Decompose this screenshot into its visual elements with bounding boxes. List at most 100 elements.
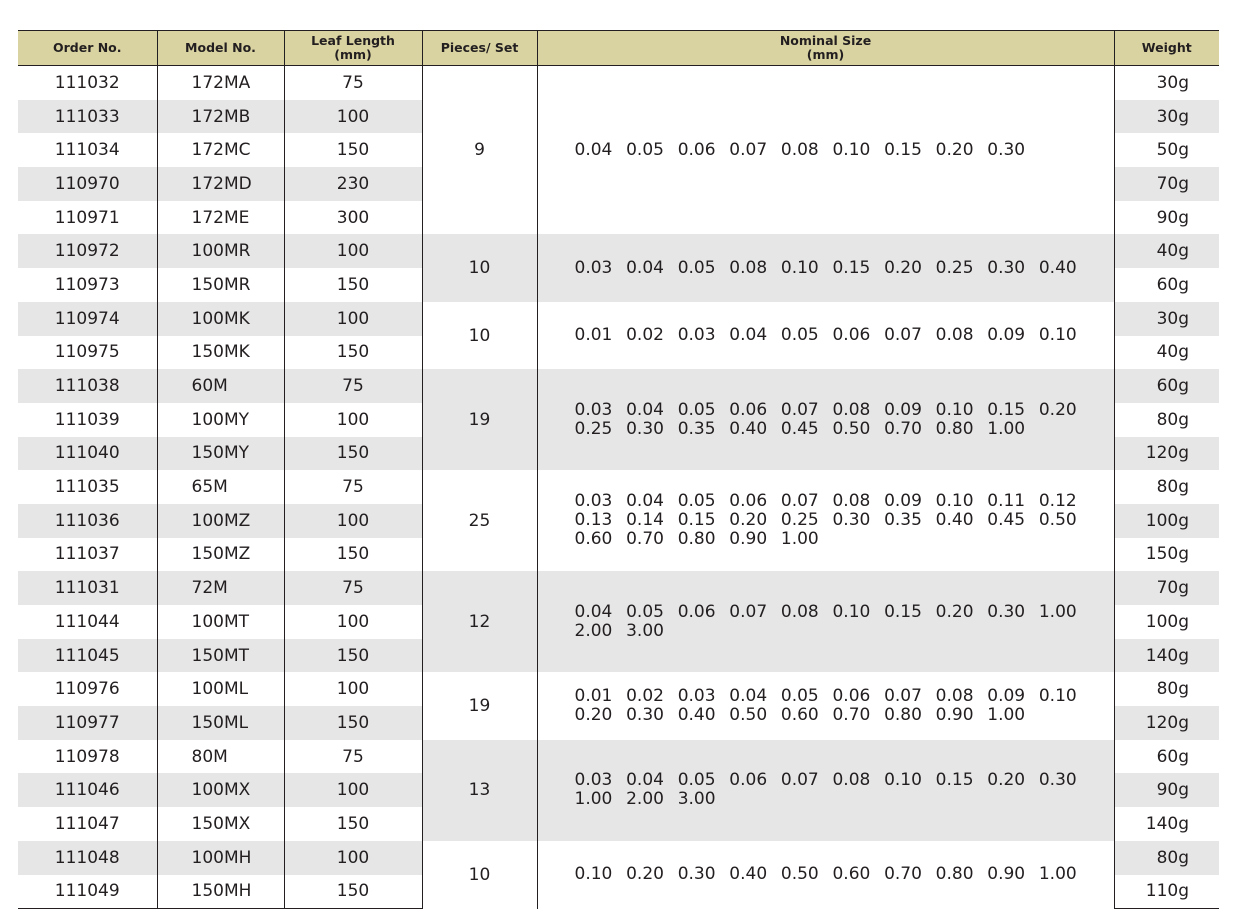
nominal-size-value: 0.40 xyxy=(729,418,768,439)
nominal-size-value: 0.10 xyxy=(780,257,819,278)
nominal-size-value: 0.15 xyxy=(884,139,922,160)
nominal-size-value: 1.00 xyxy=(987,418,1026,439)
order-no-cell: 111032 xyxy=(54,72,120,93)
nominal-size-value: 0.04 xyxy=(574,601,613,622)
nominal-size-value: 0.08 xyxy=(832,399,871,420)
order-no-cell: 111034 xyxy=(54,140,120,161)
order-no-cell: 111033 xyxy=(18,99,157,134)
model-no-cell: 172MA xyxy=(156,65,284,100)
nominal-size-line: 0.03 0.04 0.05 0.08 0.10 0.15 0.20 0.25 0.30 0.40 xyxy=(574,257,1114,278)
nominal-size-value: 0.30 xyxy=(987,257,1026,278)
nominal-size-value: 0.09 xyxy=(884,399,922,420)
leaf-length-cell: 75 xyxy=(283,470,422,504)
table-body: 111032 172MA 75 9 0.04 0.05 0.06 0.07 0.08 0.10 0.… xyxy=(18,65,1219,910)
header-pieces-per-set: Pieces/ Set xyxy=(421,30,537,66)
weight-cell: 150g xyxy=(1113,537,1219,572)
weight-cell: 120g xyxy=(1113,436,1219,471)
nominal-size-value: 0.30 xyxy=(987,601,1026,622)
order-no-cell: 111049 xyxy=(18,874,157,910)
nominal-size-value: 0.35 xyxy=(677,418,716,439)
leaf-length-cell: 100 xyxy=(283,503,422,538)
nominal-size-value: 0.01 xyxy=(574,686,613,707)
model-no-cell: 172MC xyxy=(156,133,284,168)
weight-cell: 90g xyxy=(1113,200,1219,235)
nominal-size-value: 0.09 xyxy=(987,686,1026,707)
nominal-size-line: 0.20 0.30 0.40 0.50 0.60 0.70 0.80 0.90 1.00 xyxy=(575,706,1114,725)
nominal-size-line: 0.03 0.04 0.05 0.06 0.07 0.08 0.09 0.10 0.11 0.12 xyxy=(575,492,1114,511)
model-no-cell: 150MZ xyxy=(156,537,284,572)
nominal-size-value: 0.40 xyxy=(729,864,768,885)
nominal-size-value: 0.10 xyxy=(832,601,871,622)
model-no-cell: 100MT xyxy=(156,605,284,639)
nominal-size-value: 1.00 xyxy=(1038,601,1077,622)
model-no-cell: 100MH xyxy=(156,840,284,875)
nominal-size-value: 0.07 xyxy=(780,491,819,512)
table-row: 110972 100MR 100 10 0.03 0.04 0.05 0.08 0.10 0.15… xyxy=(18,234,1219,302)
nominal-size-value: 0.20 xyxy=(1038,399,1077,420)
nominal-size-value: 0.03 xyxy=(574,257,613,278)
nominal-size-value: 0.03 xyxy=(677,325,716,345)
nominal-size-value: 0.03 xyxy=(574,399,613,420)
model-no-cell: 172MB xyxy=(156,99,284,134)
nominal-size-value: 0.05 xyxy=(626,601,664,622)
nominal-size-value: 0.08 xyxy=(780,139,819,160)
nominal-size-value: 2.00 xyxy=(626,789,664,810)
nominal-size-value: 0.08 xyxy=(832,770,871,791)
leaf-length-cell: 150 xyxy=(283,874,422,910)
nominal-size-value: 0.05 xyxy=(780,686,819,707)
leaf-length-cell: 150 xyxy=(283,807,422,841)
nominal-size-value: 0.14 xyxy=(626,510,664,531)
nominal-size-value: 0.80 xyxy=(935,418,974,439)
pieces-per-set-cell: 13 xyxy=(421,739,537,841)
order-no-cell: 110971 xyxy=(54,207,120,228)
model-no-cell: 100MY xyxy=(156,402,284,437)
nominal-size-value: 0.60 xyxy=(832,864,871,885)
header-leaf-length: Leaf Length (mm) xyxy=(283,30,422,66)
order-no-cell: 110970 xyxy=(18,167,157,201)
leaf-length-cell: 230 xyxy=(283,167,422,201)
nominal-size-value: 0.50 xyxy=(729,705,768,726)
nominal-sizes-cell: 0.01 0.02 0.03 0.04 0.05 0.06 0.07 0.08 0.09 0.10… xyxy=(536,672,1114,740)
nominal-size-value: 0.04 xyxy=(626,770,664,791)
weight-cell: 30g xyxy=(1113,65,1219,100)
nominal-size-value: 0.08 xyxy=(729,257,768,278)
nominal-sizes-cell: 0.04 0.05 0.06 0.07 0.08 0.10 0.15 0.20 0.30 1.00… xyxy=(536,571,1114,673)
order-no-cell: 111039 xyxy=(54,409,120,430)
nominal-size-value: 0.04 xyxy=(626,399,664,420)
nominal-size-value: 0.07 xyxy=(780,399,819,420)
nominal-size-line: 0.04 0.05 0.06 0.07 0.08 0.10 0.15 0.20 0.30 1.00 xyxy=(574,601,1114,622)
nominal-size-value: 0.10 xyxy=(1038,686,1077,707)
table-header-row: Order No. Model No. Leaf Length (mm) Pie… xyxy=(18,30,1219,66)
nominal-size-value: 0.70 xyxy=(884,418,922,439)
nominal-size-value: 0.10 xyxy=(574,864,613,885)
nominal-size-value: 0.02 xyxy=(626,325,664,345)
order-no-cell: 110978 xyxy=(54,746,120,767)
nominal-size-value: 0.06 xyxy=(729,491,768,512)
nominal-size-value: 0.04 xyxy=(729,686,768,707)
header-weight: Weight xyxy=(1113,30,1219,66)
nominal-size-value: 0.20 xyxy=(884,257,922,278)
weight-cell: 80g xyxy=(1113,840,1219,875)
leaf-length-cell: 150 xyxy=(283,706,422,740)
order-no-cell: 110976 xyxy=(54,679,120,700)
nominal-size-value: 0.07 xyxy=(729,139,768,160)
table-row: 111035 65M 75 25 0.03 0.04 0.05 0.06 0.07 0.08 0.0… xyxy=(18,470,1219,572)
nominal-size-value: 0.03 xyxy=(574,770,613,791)
nominal-size-value: 0.06 xyxy=(729,770,768,791)
pieces-per-set-cell: 10 xyxy=(421,840,537,909)
nominal-size-value: 0.30 xyxy=(832,510,871,531)
weight-cell: 110g xyxy=(1113,874,1219,910)
nominal-sizes-cell: 0.01 0.02 0.03 0.04 0.05 0.06 0.07 0.08 0.09 0.10 xyxy=(536,301,1114,370)
nominal-size-value: 0.40 xyxy=(1038,257,1077,278)
model-no-cell: 150MY xyxy=(156,436,284,471)
pieces-per-set-cell: 19 xyxy=(421,672,537,740)
nominal-size-value: 0.06 xyxy=(832,686,871,707)
nominal-size-value: 0.45 xyxy=(987,510,1026,531)
order-no-cell: 110975 xyxy=(54,342,120,363)
nominal-size-value: 0.20 xyxy=(626,864,664,885)
nominal-size-value: 0.03 xyxy=(574,491,613,512)
model-no-cell: 100ML xyxy=(156,672,284,707)
weight-cell: 40g xyxy=(1113,335,1219,370)
nominal-size-line: 0.10 0.20 0.30 0.40 0.50 0.60 0.70 0.80 0.90 1.00 xyxy=(575,865,1114,884)
nominal-size-value: 0.11 xyxy=(987,491,1026,512)
